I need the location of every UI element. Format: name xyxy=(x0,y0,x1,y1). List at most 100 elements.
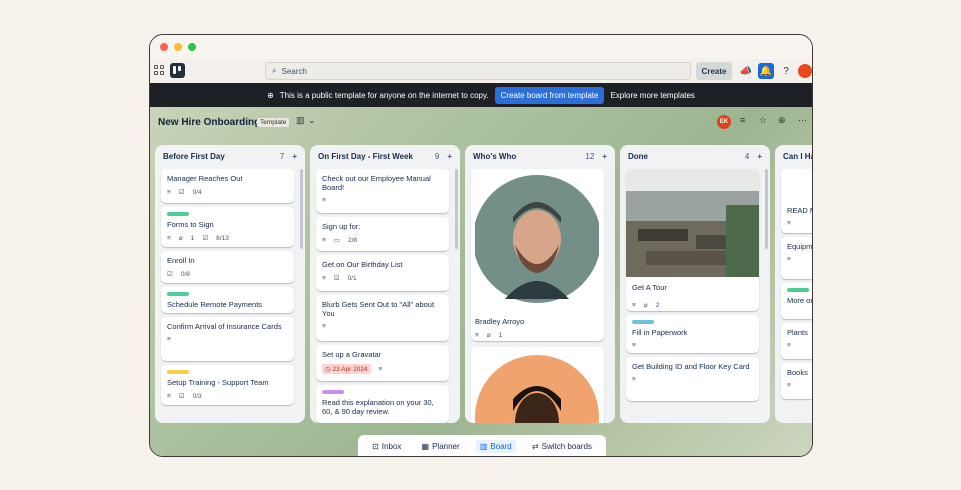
list-done[interactable]: Done 4 + Get A Tour ≡ ⌀ 2 Fill in Paperw… xyxy=(620,145,770,423)
card-title: Books xyxy=(787,368,808,377)
add-card-icon[interactable]: + xyxy=(292,152,297,161)
card-title: Fill in Paperwork xyxy=(632,328,688,337)
app-switcher-icon[interactable] xyxy=(154,65,164,75)
more-menu-icon[interactable]: ⋯ xyxy=(798,115,807,126)
globe-icon: ⊕ xyxy=(267,90,274,100)
tab-label: Board xyxy=(490,442,512,451)
avatar[interactable] xyxy=(798,64,812,78)
list-title[interactable]: Can I Ha xyxy=(783,152,812,161)
card[interactable]: Schedule Remote Payments xyxy=(161,287,294,313)
list-whos-who[interactable]: Who's Who 12 + Bradley Arroyo ≡ ⌀ 1 xyxy=(465,145,615,423)
filter-icon[interactable]: ≡ xyxy=(740,115,745,125)
green-label xyxy=(787,288,809,292)
card[interactable]: Equipme / Softwa ≡ xyxy=(781,237,812,279)
card[interactable]: Confirm Arrival of Insurance Cards ≡ xyxy=(161,317,294,361)
list-can-i-have[interactable]: Can I Ha READ M ≡ Equipme / Softwa ≡ Mor… xyxy=(775,145,813,423)
scrollbar[interactable] xyxy=(455,169,458,249)
list-count: 9 xyxy=(434,151,440,161)
bottom-nav: ⊡ Inbox ▦ Planner ▥ Board ⇄ Switch boards xyxy=(358,435,606,456)
card-title: Forms to Sign xyxy=(167,220,214,229)
card-title: Get on Our Birthday List xyxy=(322,260,403,269)
scrollbar[interactable] xyxy=(300,169,303,249)
card[interactable]: Manager Reaches Out ≡ ☑ 0/4 xyxy=(161,169,294,203)
maximize-window-button[interactable] xyxy=(188,43,196,51)
minimize-window-button[interactable] xyxy=(174,43,182,51)
explore-templates-link[interactable]: Explore more templates xyxy=(610,91,694,100)
card[interactable]: READ M ≡ xyxy=(781,169,812,233)
board-tab[interactable]: ▥ Board xyxy=(475,440,516,453)
help-icon[interactable]: ? xyxy=(778,63,794,79)
card[interactable]: Get A Tour ≡ ⌀ 2 xyxy=(626,169,759,311)
list-header: Done 4 + xyxy=(620,145,770,167)
list-title[interactable]: Who's Who xyxy=(473,152,516,161)
template-badge: Template xyxy=(257,118,290,127)
close-window-button[interactable] xyxy=(160,43,168,51)
description-icon: ≡ xyxy=(787,220,791,227)
card[interactable]: Get Building ID and Floor Key Card ≡ xyxy=(626,357,759,401)
card[interactable]: Books ≡ xyxy=(781,363,812,399)
checklist-icon: ☑ xyxy=(167,271,173,278)
board-header: New Hire Onboarding Template ▥ ⌄ EK ≡ ☆ … xyxy=(150,107,812,137)
list-title[interactable]: Done xyxy=(628,152,648,161)
notifications-bell-icon[interactable]: 🔔 xyxy=(758,63,774,79)
description-icon: ≡ xyxy=(322,274,326,282)
inbox-icon: ⊡ xyxy=(372,442,379,451)
checklist-icon: ☑ xyxy=(178,393,185,400)
switch-boards-tab[interactable]: ⇄ Switch boards xyxy=(528,440,596,453)
card[interactable]: Blurb Gets Sent Out to "All" about You ≡ xyxy=(316,295,449,341)
search-placeholder: Search xyxy=(281,66,307,76)
card[interactable]: Check out our Employee Manual Board! ≡ xyxy=(316,169,449,213)
star-icon[interactable]: ☆ xyxy=(759,115,767,126)
purple-label xyxy=(322,390,344,394)
tab-label: Switch boards xyxy=(541,442,592,451)
description-icon: ≡ xyxy=(475,331,479,339)
visibility-globe-icon[interactable]: ⊕ xyxy=(778,115,786,126)
board-view-icon[interactable]: ▥ xyxy=(296,115,305,126)
description-icon: ≡ xyxy=(167,392,171,400)
card[interactable]: More on xyxy=(781,283,813,319)
card[interactable]: Fill in Paperwork ≡ xyxy=(626,315,759,353)
card-title: Bradley Arroyo xyxy=(475,317,525,326)
checklist-count: 8/13 xyxy=(216,234,229,242)
app-window: ⌕ Search Create 📣 🔔 ? ⊕ This is a public… xyxy=(149,34,813,457)
card[interactable]: Read this explanation on your 30, 60, & … xyxy=(316,385,449,423)
search-input[interactable]: ⌕ Search xyxy=(265,62,691,80)
add-card-icon[interactable]: + xyxy=(447,152,452,161)
create-board-from-template-button[interactable]: Create board from template xyxy=(494,86,605,104)
list-title[interactable]: On First Day - First Week xyxy=(318,152,413,161)
inbox-tab[interactable]: ⊡ Inbox xyxy=(368,440,405,453)
checklist-count: 0/8 xyxy=(180,270,190,278)
card[interactable] xyxy=(471,347,604,423)
card[interactable]: Bradley Arroyo ≡ ⌀ 1 xyxy=(471,169,604,341)
member-avatar[interactable]: EK xyxy=(717,115,731,129)
card[interactable]: Enroll In ☑ 0/8 xyxy=(161,251,294,283)
card[interactable]: Forms to Sign ≡ ⌀ 1 ☑ 8/13 xyxy=(161,207,294,247)
description-icon: ≡ xyxy=(167,234,171,242)
card[interactable]: Setup Training - Support Team ≡ ☑ 0/3 xyxy=(161,365,294,405)
profile-photo xyxy=(473,175,601,303)
card-title: Get A Tour xyxy=(632,283,667,292)
planner-tab[interactable]: ▦ Planner xyxy=(418,440,464,453)
scrollbar[interactable] xyxy=(765,169,768,249)
add-card-icon[interactable]: + xyxy=(757,152,762,161)
megaphone-icon[interactable]: 📣 xyxy=(738,63,754,79)
card-title: More on xyxy=(787,296,813,305)
card-title: READ M xyxy=(787,206,812,215)
attachment-count: 2 xyxy=(655,301,660,309)
list-on-first-day[interactable]: On First Day - First Week 9 + Check out … xyxy=(310,145,460,423)
list-before-first-day[interactable]: Before First Day 7 + Manager Reaches Out… xyxy=(155,145,305,423)
add-card-icon[interactable]: + xyxy=(602,152,607,161)
create-button[interactable]: Create xyxy=(696,62,732,80)
chevron-down-icon[interactable]: ⌄ xyxy=(308,115,316,126)
list-count: 7 xyxy=(279,151,285,161)
list-count: 12 xyxy=(585,151,595,161)
board-title[interactable]: New Hire Onboarding xyxy=(158,117,260,128)
card[interactable]: Sign up for: ≡ ▭ 2/8 xyxy=(316,217,449,251)
due-date-badge[interactable]: ◷ 23 Apr 2024 xyxy=(322,364,371,374)
card[interactable]: Get on Our Birthday List ≡ ☑ 0/1 xyxy=(316,255,449,291)
card[interactable]: Plants ≡ xyxy=(781,323,812,359)
list-title[interactable]: Before First Day xyxy=(163,152,225,161)
card[interactable]: Set up a Gravatar ◷ 23 Apr 2024 ≡ xyxy=(316,345,449,381)
card-title: Get Building ID and Floor Key Card xyxy=(632,362,750,371)
trello-logo[interactable] xyxy=(170,63,185,78)
